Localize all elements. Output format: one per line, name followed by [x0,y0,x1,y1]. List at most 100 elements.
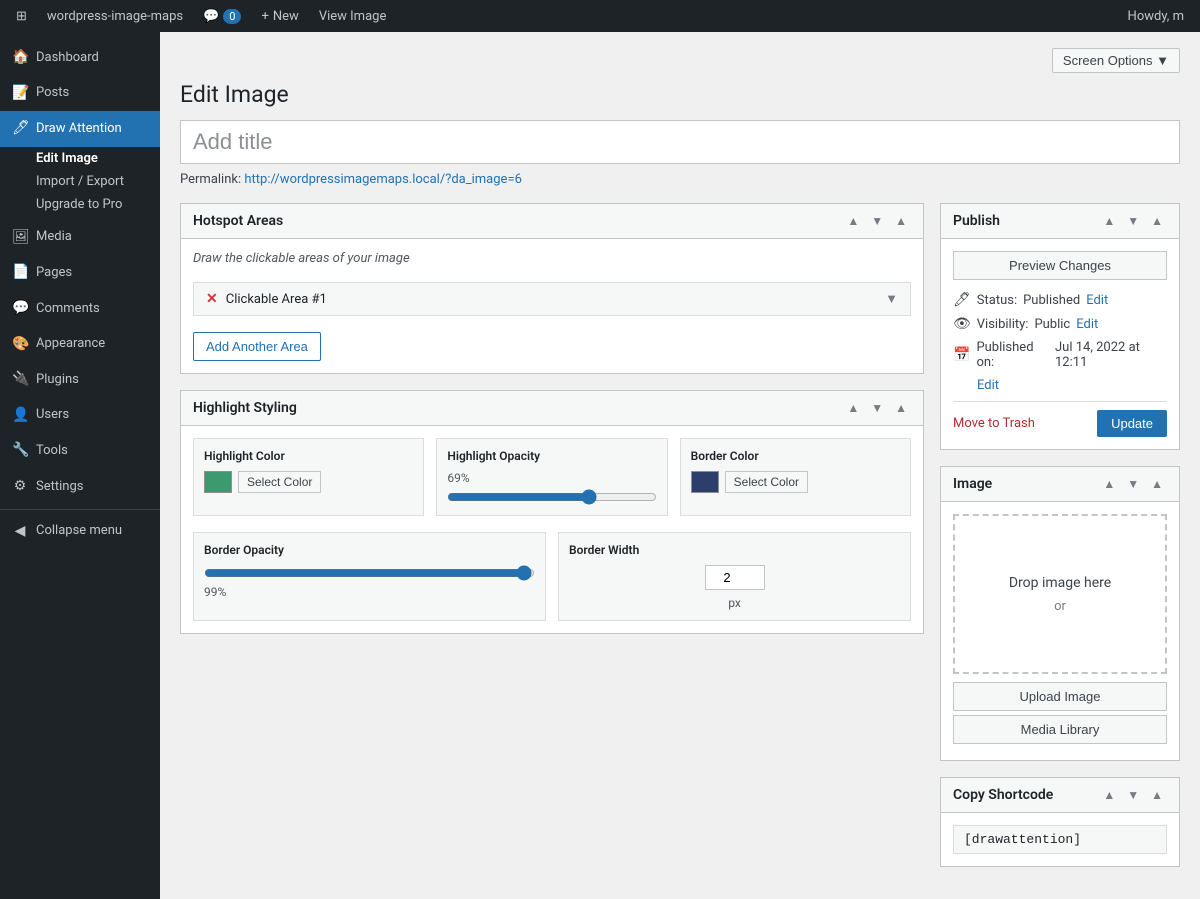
styling-grid-top: Highlight Color Select Color [193,438,911,516]
sidebar-item-appearance[interactable]: 🎨 Appearance [0,327,160,363]
shortcode-header[interactable]: Copy Shortcode ▲ ▼ ▲ [941,778,1179,813]
shortcode-toggle[interactable]: ▲ [1147,786,1167,804]
upload-image-button[interactable]: Upload Image [953,682,1167,711]
highlight-color-select-btn[interactable]: Select Color [238,471,321,493]
trash-link[interactable]: Move to Trash [953,416,1035,431]
published-date: Jul 14, 2022 at 12:11 [1055,340,1167,370]
title-input[interactable] [180,120,1180,164]
drop-text: Drop image here [1009,575,1111,591]
sidebar-sub-edit-image[interactable]: Edit Image [0,147,160,170]
visibility-row: 👁 Visibility: Public Edit [953,316,1167,332]
metabox-collapse-up[interactable]: ▲ [843,212,863,230]
media-library-button[interactable]: Media Library [953,715,1167,744]
border-select-label: Select Color [734,475,799,489]
wp-logo-icon: ⊞ [16,9,27,24]
hotspot-areas-title: Hotspot Areas [193,213,283,229]
border-color-item: Border Color Select Color [680,438,911,516]
metabox-collapse-down[interactable]: ▼ [867,212,887,230]
image-collapse-up[interactable]: ▲ [1099,475,1119,493]
sidebar-item-label: Tools [36,442,68,460]
border-color-select-btn[interactable]: Select Color [725,471,808,493]
update-button[interactable]: Update [1097,410,1167,437]
main-content: Screen Options ▼ Edit Image Permalink: h… [160,32,1200,899]
plus-icon: + [261,9,268,24]
site-name-item[interactable]: wordpress-image-maps [39,0,191,32]
publish-collapse-down[interactable]: ▼ [1123,212,1143,230]
sidebar-item-posts[interactable]: 📝 Posts [0,76,160,112]
metabox-toggle[interactable]: ▲ [891,212,911,230]
image-drop-area[interactable]: Drop image here or [953,514,1167,674]
image-header[interactable]: Image ▲ ▼ ▲ [941,467,1179,502]
sidebar-item-dashboard[interactable]: 🏠 Dashboard [0,40,160,76]
permalink-row: Permalink: http://wordpressimagemaps.loc… [180,172,1180,187]
sidebar-item-comments[interactable]: 💬 Comments [0,291,160,327]
view-image-label: View Image [319,9,387,24]
add-area-button[interactable]: Add Another Area [193,332,321,361]
publish-metabox: Publish ▲ ▼ ▲ Preview Changes 🖊 [940,203,1180,450]
highlight-collapse-up[interactable]: ▲ [843,399,863,417]
preview-changes-button[interactable]: Preview Changes [953,251,1167,280]
view-image-item[interactable]: View Image [311,0,395,32]
permalink-link[interactable]: http://wordpressimagemaps.local/?da_imag… [244,172,522,187]
sidebar-item-settings[interactable]: ⚙ Settings [0,469,160,505]
sidebar-item-pages[interactable]: 📄 Pages [0,255,160,291]
highlight-color-swatch[interactable] [204,471,232,493]
sidebar-item-plugins[interactable]: 🔌 Plugins [0,362,160,398]
users-icon: 👤 [12,406,28,426]
sidebar-item-tools[interactable]: 🔧 Tools [0,433,160,469]
sidebar-sub-import-export[interactable]: Import / Export [0,170,160,193]
shortcode-collapse-up[interactable]: ▲ [1099,786,1119,804]
content-main: Hotspot Areas ▲ ▼ ▲ Draw the clickable a… [180,203,924,883]
shortcode-collapse-down[interactable]: ▼ [1123,786,1143,804]
collapse-menu-item[interactable]: ◀ Collapse menu [0,514,160,550]
highlight-styling-header[interactable]: Highlight Styling ▲ ▼ ▲ [181,391,923,426]
sidebar-item-label: Dashboard [36,49,99,67]
comments-item[interactable]: 💬 0 [195,0,249,32]
update-label: Update [1111,416,1153,431]
area-expand-btn[interactable]: ▼ [885,291,898,307]
metabox-controls: ▲ ▼ ▲ [843,212,911,230]
new-item[interactable]: + New [253,0,306,32]
shortcode-value[interactable]: [drawattention] [953,825,1167,854]
publish-header[interactable]: Publish ▲ ▼ ▲ [941,204,1179,239]
sidebar-item-draw-attention[interactable]: 🖊 Draw Attention [0,111,160,147]
highlight-color-item: Highlight Color Select Color [193,438,424,516]
collapse-label: Collapse menu [36,522,122,540]
publish-toggle[interactable]: ▲ [1147,212,1167,230]
screen-options-button[interactable]: Screen Options ▼ [1052,48,1180,73]
border-color-label: Border Color [691,449,900,463]
status-edit-link[interactable]: Edit [1086,293,1108,308]
sidebar-item-label: Media [36,228,72,246]
highlight-opacity-slider[interactable] [447,489,656,505]
px-label: px [728,596,741,610]
status-value: Published [1023,293,1080,308]
sidebar-sub-upgrade-pro[interactable]: Upgrade to Pro [0,193,160,216]
publish-collapse-up[interactable]: ▲ [1099,212,1119,230]
border-width-label: Border Width [569,543,900,557]
highlight-toggle[interactable]: ▲ [891,399,911,417]
status-row: 🖊 Status: Published Edit [953,292,1167,308]
visibility-edit-link[interactable]: Edit [1076,317,1098,332]
hotspot-description: Draw the clickable areas of your image [193,251,911,266]
border-width-input[interactable] [705,565,765,590]
hotspot-areas-header[interactable]: Hotspot Areas ▲ ▼ ▲ [181,204,923,239]
permalink-label: Permalink: [180,172,241,187]
border-opacity-slider[interactable] [204,565,535,581]
border-width-item: Border Width px [558,532,911,621]
hotspot-areas-metabox: Hotspot Areas ▲ ▼ ▲ Draw the clickable a… [180,203,924,374]
wp-logo-item[interactable]: ⊞ [8,0,35,32]
area-delete-btn[interactable]: ✕ [206,291,218,307]
dashboard-icon: 🏠 [12,48,28,68]
sidebar-item-users[interactable]: 👤 Users [0,398,160,434]
add-area-label: Add Another Area [206,339,308,354]
sidebar-item-label: Draw Attention [36,120,122,138]
image-collapse-down[interactable]: ▼ [1123,475,1143,493]
published-edit-link[interactable]: Edit [977,378,999,393]
border-color-swatch[interactable] [691,471,719,493]
calendar-icon: 📅 [953,347,970,363]
shortcode-controls: ▲ ▼ ▲ [1099,786,1167,804]
sidebar-item-media[interactable]: 🖼 Media [0,220,160,256]
highlight-collapse-down[interactable]: ▼ [867,399,887,417]
image-toggle[interactable]: ▲ [1147,475,1167,493]
media-library-label: Media Library [1021,722,1100,737]
